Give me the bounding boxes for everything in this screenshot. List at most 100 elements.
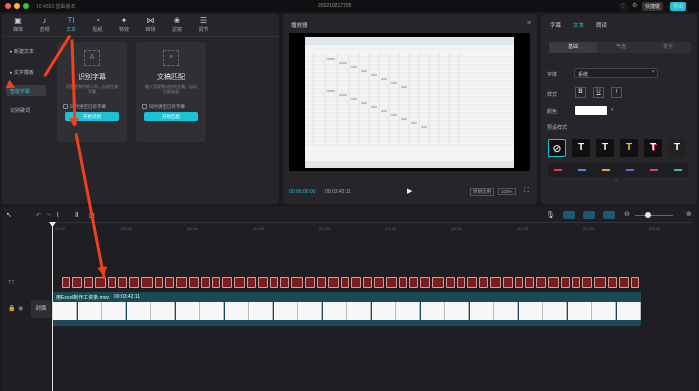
microphone-icon[interactable]: 🎙 — [546, 211, 555, 219]
segment-basic[interactable]: 基础 — [549, 42, 597, 53]
close-window-button[interactable] — [5, 3, 11, 9]
sidebar-item-lyrics[interactable]: 识别歌词 — [6, 104, 46, 115]
tab-adjust[interactable]: ☰ 调节 — [192, 16, 216, 33]
lock-icon[interactable]: 🔒 — [8, 305, 15, 312]
caption-segment[interactable] — [420, 277, 430, 288]
caption-segment[interactable] — [374, 277, 384, 288]
export-button[interactable]: 导出 — [670, 2, 687, 11]
caption-segment[interactable] — [280, 277, 289, 288]
aspect-ratio-button[interactable]: 原始比例 — [470, 188, 494, 196]
zoom-in-icon[interactable]: ⊕ — [686, 210, 692, 218]
tab-transition[interactable]: ⋈ 转场 — [139, 16, 163, 33]
caption-segment[interactable] — [165, 277, 174, 288]
segment-fancy[interactable]: 花字 — [645, 42, 691, 53]
caption-segment[interactable] — [548, 277, 559, 288]
caption-segment[interactable] — [536, 277, 546, 288]
zoom-slider-track[interactable] — [635, 215, 673, 216]
caption-segment[interactable] — [341, 277, 349, 288]
tab-text[interactable]: TI 文本 — [59, 16, 83, 33]
caption-segment[interactable] — [351, 277, 361, 288]
underline-button[interactable]: U — [593, 87, 604, 98]
caption-segment[interactable] — [561, 277, 570, 288]
caption-segment[interactable] — [631, 277, 639, 288]
sidebar-item-text-template[interactable]: ▸ 文字模板 — [6, 66, 46, 77]
preset-dark[interactable]: T — [668, 139, 686, 157]
caption-segment[interactable] — [72, 277, 82, 288]
caption-segment[interactable] — [234, 277, 245, 288]
caption-segment[interactable] — [490, 277, 501, 288]
caption-segment[interactable] — [363, 277, 372, 288]
minimize-window-button[interactable] — [14, 3, 20, 9]
caption-segment[interactable] — [270, 277, 278, 288]
preview-axis-toggle[interactable] — [603, 211, 615, 219]
preset-blue-line[interactable] — [578, 169, 586, 171]
caption-segment[interactable] — [525, 277, 534, 288]
caption-segment[interactable] — [446, 277, 455, 288]
link-toggle[interactable] — [563, 211, 575, 219]
help-icon[interactable]: ⓘ — [620, 2, 626, 11]
caption-segment[interactable] — [328, 277, 339, 288]
caption-segment[interactable] — [291, 277, 303, 288]
tab-filter[interactable]: ❀ 滤镜 — [165, 16, 189, 33]
segment-bubble[interactable]: 气泡 — [597, 42, 645, 53]
preset-outline[interactable]: T — [596, 139, 614, 157]
play-icon[interactable]: ▶ — [407, 187, 412, 195]
caption-segment[interactable] — [409, 277, 418, 288]
preset-pink[interactable]: T — [644, 139, 662, 157]
caption-segment[interactable] — [503, 277, 513, 288]
caption-segment[interactable] — [515, 277, 523, 288]
tab-read[interactable]: 朗读 — [596, 21, 607, 29]
more-icon[interactable]: ≡ — [527, 20, 531, 27]
tab-caption[interactable]: 字幕 — [550, 21, 561, 29]
preset-orange-line[interactable] — [602, 169, 610, 171]
preset-green-line[interactable] — [674, 169, 682, 171]
caption-segment[interactable] — [258, 277, 268, 288]
split-icon[interactable]: ⌇ — [56, 211, 59, 219]
zoom-button[interactable]: 100% — [498, 188, 516, 195]
caption-segment[interactable] — [594, 277, 606, 288]
tab-text[interactable]: 文本 — [573, 21, 584, 29]
tab-media[interactable]: ▣ 媒体 — [6, 16, 30, 33]
fullscreen-icon[interactable]: ⛶ — [524, 187, 529, 195]
caption-segment[interactable] — [608, 277, 617, 288]
tab-audio[interactable]: ♪ 音频 — [33, 16, 57, 33]
zoom-slider-handle[interactable] — [645, 212, 651, 218]
caption-segment[interactable] — [305, 277, 315, 288]
undo-icon[interactable]: ↶ — [36, 212, 41, 219]
sidebar-item-new-text[interactable]: ▸ 新建文本 — [6, 45, 46, 56]
caption-segment[interactable] — [155, 277, 163, 288]
italic-button[interactable]: I — [611, 87, 622, 98]
caption-segment[interactable] — [118, 277, 127, 288]
clear-caption-checkbox[interactable]: 同时清空已有字幕 — [142, 104, 185, 110]
select-tool-icon[interactable]: ↖ — [6, 211, 12, 219]
caption-segment[interactable] — [247, 277, 256, 288]
clear-caption-checkbox[interactable]: 同时清空已有字幕 — [63, 104, 106, 110]
caption-segment[interactable] — [457, 277, 465, 288]
shortcut-button[interactable]: 快捷键 — [642, 2, 664, 11]
caption-segment[interactable] — [222, 277, 232, 288]
tab-sticker[interactable]: ◔ 贴纸 — [86, 16, 110, 33]
tab-effects[interactable]: ✦ 特效 — [112, 16, 136, 33]
preset-none-icon[interactable]: ⊘ — [548, 139, 566, 157]
caption-segment[interactable] — [84, 277, 93, 288]
redo-icon[interactable]: ↷ — [46, 212, 51, 219]
caption-segment[interactable] — [467, 277, 477, 288]
caption-segment[interactable] — [582, 277, 592, 288]
caption-segment[interactable] — [189, 277, 199, 288]
caption-segment[interactable] — [317, 277, 326, 288]
preset-white[interactable]: T — [572, 139, 590, 157]
caption-segment[interactable] — [129, 277, 139, 288]
caption-segment[interactable] — [141, 277, 153, 288]
caption-segment[interactable] — [201, 277, 210, 288]
visibility-icon[interactable]: ◉ — [18, 305, 23, 312]
trim-icon[interactable]: Ⅱ — [75, 211, 78, 219]
preset-pink-line[interactable] — [650, 169, 658, 171]
bold-button[interactable]: B — [575, 87, 586, 98]
maximize-window-button[interactable] — [23, 3, 29, 9]
preset-red-line[interactable] — [554, 169, 562, 171]
caption-segment[interactable] — [386, 277, 397, 288]
caption-segment[interactable] — [62, 277, 70, 288]
caption-segment[interactable] — [399, 277, 407, 288]
font-select[interactable]: 系统 — [574, 68, 658, 78]
cover-button[interactable]: 封面 — [31, 300, 51, 318]
